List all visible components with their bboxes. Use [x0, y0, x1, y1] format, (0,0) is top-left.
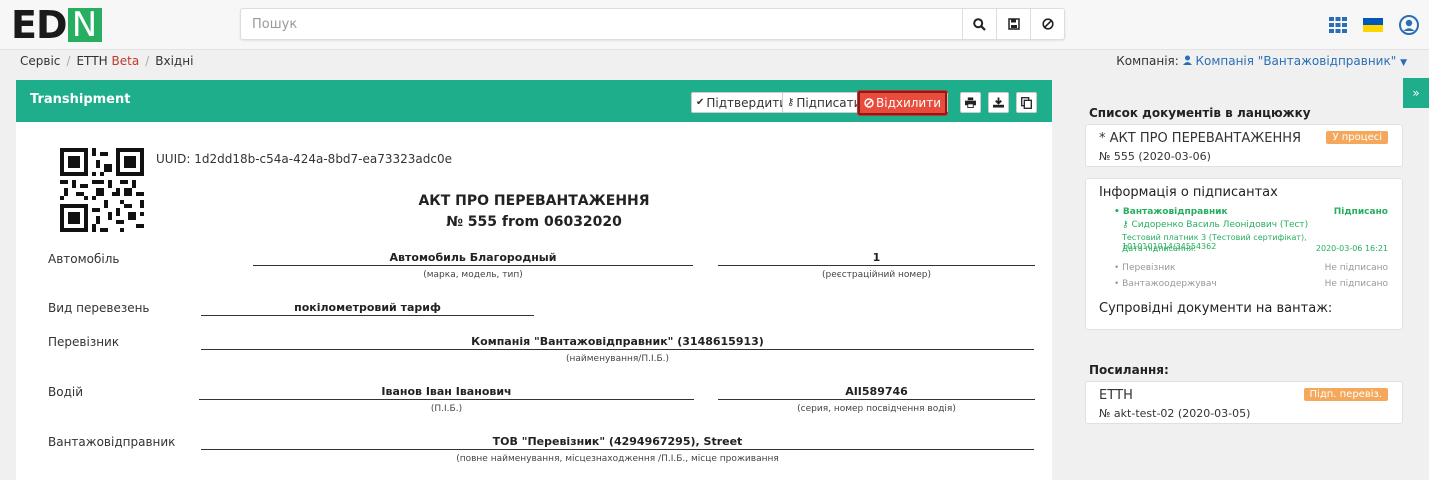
license-value: АІІ589746: [718, 385, 1035, 400]
company-dropdown[interactable]: Компанія "Вантажовідправник" ▼: [1182, 54, 1407, 68]
company-name: Компанія "Вантажовідправник": [1195, 54, 1397, 68]
breadcrumb-ettn[interactable]: ЕТТН: [76, 54, 107, 68]
top-bar: ED N: [0, 0, 1429, 50]
link-doc-card[interactable]: ЕТТН Підп. перевіз. № akt-test-02 (2020-…: [1085, 381, 1403, 424]
chain-doc-card[interactable]: * АКТ ПРО ПЕРЕВАНТАЖЕННЯ У процесі № 555…: [1085, 124, 1403, 167]
transport-type-value: покілометровий тариф: [201, 301, 534, 316]
car-hint: (марка, модель, тип): [423, 270, 523, 280]
breadcrumb: Сервіс / ЕТТН Beta / Вхідні: [20, 54, 193, 68]
carrier-hint: (найменування/П.І.Б.): [565, 354, 670, 364]
status-badge: У процесі: [1326, 131, 1388, 144]
signer-2-role: • Перевізник: [1114, 263, 1176, 273]
accompany-docs-title: Супровідні документи на вантаж:: [1099, 301, 1333, 316]
signer-3-role: • Вантажоодержувач: [1114, 279, 1217, 289]
expand-sidebar-button[interactable]: »: [1403, 78, 1429, 108]
print-button[interactable]: [960, 92, 981, 113]
search-input[interactable]: [241, 9, 962, 39]
shipper-label: Вантажовідправник: [48, 435, 176, 449]
sign-button[interactable]: ⚷ Підписати: [782, 92, 867, 113]
carrier-label: Перевізник: [48, 335, 120, 349]
signers-title: Інформація о підписантах: [1099, 185, 1278, 200]
driver-hint: (П.І.Б.): [430, 404, 463, 414]
user-small-icon: [1182, 55, 1192, 65]
signer-1-role: • Вантажовідправник: [1114, 207, 1228, 217]
breadcrumb-incoming: Вхідні: [155, 54, 194, 68]
car-label: Автомобіль: [48, 252, 120, 266]
signer-3-role-text: Вантажоодержувач: [1122, 279, 1217, 289]
beta-label: Beta: [111, 54, 140, 68]
link-doc-title: ЕТТН: [1099, 388, 1133, 403]
search-bar: [240, 8, 1065, 40]
confirm-label: Підтвердити: [706, 95, 787, 110]
check-icon: ✔: [696, 97, 705, 108]
carrier-value: Компанія "Вантажовідправник" (3148615913…: [201, 335, 1034, 350]
signer-2-status: Не підписано: [1324, 263, 1388, 273]
registration-value: 1: [718, 251, 1035, 266]
save-button[interactable]: [996, 9, 1030, 39]
print-icon: [965, 97, 976, 108]
header-divider: [947, 93, 948, 112]
signer-1-status: Підписано: [1333, 207, 1388, 217]
registration-hint: (реєстраційний номер): [822, 270, 931, 280]
download-icon: [993, 97, 1004, 108]
signer-1-date: 2020-03-06 16:21: [1315, 244, 1388, 253]
logo-text: ED: [11, 3, 68, 47]
document-number: № 555 from 06032020: [446, 214, 622, 230]
ukraine-flag-icon[interactable]: [1363, 18, 1383, 32]
document-title: АКТ ПРО ПЕРЕВАНТАЖЕННЯ: [418, 193, 650, 209]
signer-1-role-text: Вантажовідправник: [1122, 207, 1228, 217]
license-hint: (серия, номер посвідчення водія): [797, 404, 956, 414]
shipper-hint: (повне найменування, місцезнаходження /П…: [456, 454, 779, 464]
clear-button[interactable]: [1030, 9, 1064, 39]
signer-1-person-text: Сидоренко Василь Леонідович (Тест): [1131, 220, 1309, 230]
copy-button[interactable]: [1016, 92, 1037, 113]
sign-label: Підписати: [796, 95, 862, 110]
apps-grid-icon[interactable]: [1329, 17, 1347, 33]
document-uuid: UUID: 1d2dd18b-c54a-424a-8bd7-ea73323adc…: [156, 152, 453, 166]
edin-logo[interactable]: ED N: [11, 3, 102, 47]
confirm-button[interactable]: ✔ Підтвердити: [691, 92, 792, 113]
driver-value: Іванов Іван Іванович: [199, 385, 694, 400]
reject-label: Відхилити: [876, 96, 942, 110]
user-icon[interactable]: [1399, 15, 1419, 35]
driver-label: Водій: [48, 385, 84, 399]
caret-down-icon: ▼: [1400, 58, 1407, 68]
chain-doc-number: № 555 (2020-03-06): [1099, 150, 1211, 163]
signer-2-role-text: Перевізник: [1122, 263, 1176, 273]
chain-doc-title: * АКТ ПРО ПЕРЕВАНТАЖЕННЯ: [1099, 131, 1302, 146]
breadcrumb-separator: /: [145, 54, 150, 68]
signer-1-person: ⚷ Сидоренко Василь Леонідович (Тест): [1122, 220, 1308, 230]
document-panel: Transhipment ✔ Підтвердити ⚷ Підписати Від…: [16, 80, 1052, 480]
download-button[interactable]: [988, 92, 1009, 113]
transport-type-label: Вид перевезень: [48, 301, 150, 315]
logo-mark: N: [67, 8, 102, 42]
ban-icon: [864, 98, 874, 108]
search-button[interactable]: [962, 9, 996, 39]
double-chevron-right-icon: »: [1412, 86, 1420, 100]
key-icon: ⚷: [787, 97, 795, 108]
chain-title: Список документів в ланцюжку: [1089, 106, 1311, 120]
status-badge: Підп. перевіз.: [1303, 388, 1388, 401]
shipper-value: ТОВ "Перевізник" (4294967295), Street: [201, 435, 1034, 450]
document-header: Transhipment ✔ Підтвердити ⚷ Підписати Від…: [16, 80, 1052, 122]
cancel-icon: [1041, 18, 1054, 30]
signer-3-status: Не підписано: [1324, 279, 1388, 289]
document-type-title: Transhipment: [30, 92, 131, 107]
copy-icon: [1021, 96, 1032, 109]
company-selector: Компанія: Компанія "Вантажовідправник" ▼: [1116, 54, 1407, 68]
company-label: Компанія:: [1116, 54, 1179, 68]
reject-button[interactable]: Відхилити: [858, 91, 948, 115]
search-icon: [973, 17, 986, 31]
signers-card: Інформація о підписантах • Вантажовідпра…: [1085, 178, 1403, 330]
car-value: Автомобиль Благородный: [253, 251, 693, 266]
link-doc-number: № akt-test-02 (2020-03-05): [1099, 407, 1251, 420]
top-icons: [1329, 15, 1419, 35]
save-icon: [1007, 18, 1020, 30]
breadcrumb-service[interactable]: Сервіс: [20, 54, 60, 68]
key-small-icon: ⚷: [1122, 220, 1129, 230]
breadcrumb-separator: /: [66, 54, 71, 68]
signer-1-date-label: Дата підписання:: [1122, 244, 1196, 253]
links-title: Посилання:: [1089, 363, 1169, 377]
